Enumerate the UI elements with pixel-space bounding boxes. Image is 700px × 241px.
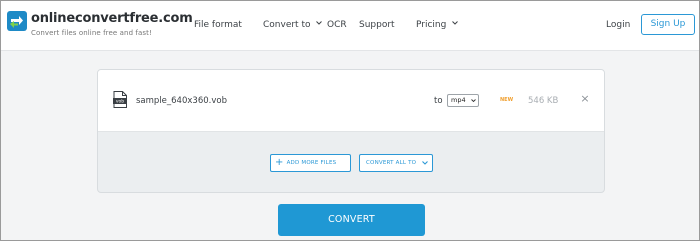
new-badge: NEW — [500, 97, 514, 103]
signup-button[interactable]: Sign Up — [641, 14, 695, 35]
chevron-down-icon — [316, 21, 323, 25]
nav-ocr[interactable]: OCR — [327, 20, 347, 30]
target-format-value: mp4 — [451, 96, 466, 104]
nav-ocr-label: OCR — [327, 20, 347, 30]
chevron-down-icon — [471, 99, 476, 103]
nav-file-format-label: File format — [194, 20, 242, 30]
convert-all-to-button[interactable]: CONVERT ALL TO — [359, 154, 433, 172]
login-link[interactable]: Login — [606, 20, 630, 30]
browser-viewport: onlineconvertfree.com Convert files onli… — [0, 0, 700, 241]
add-more-files-label: ADD MORE FILES — [286, 160, 337, 166]
nav-support-label: Support — [359, 20, 395, 30]
to-label: to — [434, 96, 443, 106]
convert-button[interactable]: CONVERT — [278, 204, 425, 236]
brand-tagline: Convert files online free and fast! — [31, 29, 152, 37]
add-more-files-button[interactable]: + ADD MORE FILES — [270, 154, 351, 172]
plus-icon: + — [275, 157, 284, 168]
nav-pricing-label: Pricing — [416, 20, 447, 30]
target-format-select[interactable]: mp4 — [447, 94, 479, 107]
nav-pricing[interactable]: Pricing — [416, 20, 459, 30]
file-name: sample_640x360.vob — [136, 96, 227, 106]
file-list-card: vob sample_640x360.vob to mp4 NEW 546 KB… — [97, 69, 605, 193]
nav-convert-to-label: Convert to — [263, 20, 311, 30]
nav-support[interactable]: Support — [359, 20, 395, 30]
brand-name[interactable]: onlineconvertfree.com — [31, 11, 193, 26]
file-size: 546 KB — [528, 96, 559, 106]
convert-arrows-icon[interactable] — [7, 11, 27, 31]
file-icon: vob — [113, 91, 127, 108]
nav-file-format[interactable]: File format — [194, 20, 242, 30]
convert-all-to-label: CONVERT ALL TO — [366, 160, 417, 166]
chevron-down-icon — [452, 21, 459, 25]
nav-convert-to[interactable]: Convert to — [263, 20, 323, 30]
file-row: vob sample_640x360.vob to mp4 NEW 546 KB… — [98, 70, 604, 132]
chevron-down-icon — [422, 161, 428, 165]
remove-file-button[interactable]: × — [579, 93, 591, 105]
file-icon-label: vob — [116, 99, 124, 105]
site-header: onlineconvertfree.com Convert files onli… — [1, 1, 699, 51]
